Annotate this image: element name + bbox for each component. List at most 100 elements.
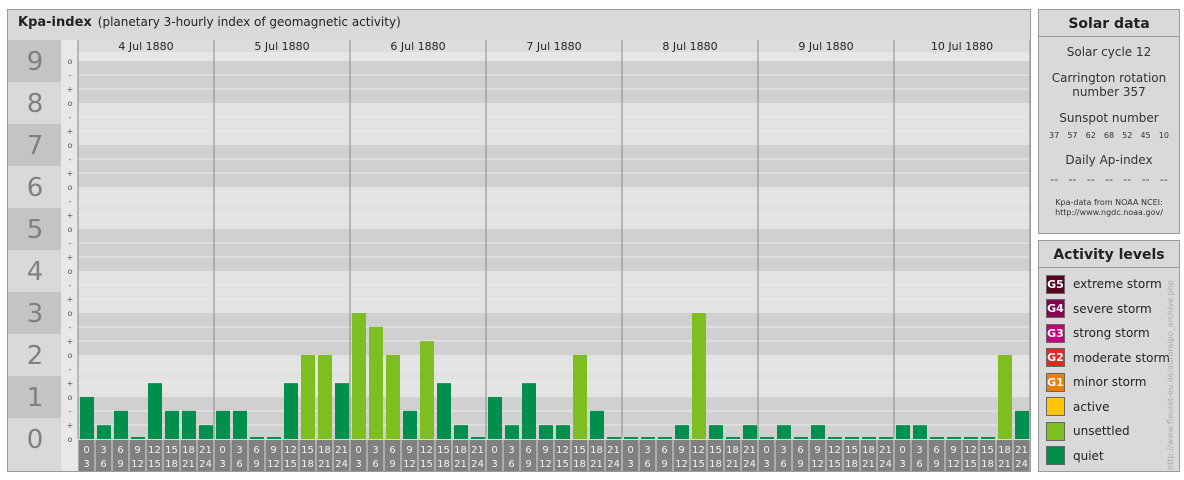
chart-title: Kpa-index (planetary 3-hourly index of ge… [18,15,401,30]
hour-end-label: 21 [862,459,875,470]
hour-end-label: 15 [964,459,977,470]
carrington-line-1: Carrington rotation [1051,71,1167,85]
kp-bar [539,425,553,439]
hour-end-label: 18 [301,459,314,470]
hour-end-label: 15 [828,459,841,470]
subdivision-label: o [68,393,73,402]
hour-start-label: 15 [165,445,178,456]
carrington-line-2: number 357 [1072,85,1146,99]
hour-end-label: 3 [355,459,361,470]
hour-start-label: 6 [525,445,531,456]
hour-end-label: 21 [454,459,467,470]
hour-start-label: 3 [916,445,922,456]
kp-bar [607,437,621,439]
hour-end-label: 6 [100,459,106,470]
subdivision-label: + [67,85,74,94]
carrington-rotation: Carrington rotation number 357 [1039,71,1179,99]
subdivision-label: + [67,421,74,430]
kp-bar [913,425,927,439]
credit-link[interactable]: http://www.ngdc.noaa.gov/ [1039,208,1179,218]
hour-start-label: 9 [270,445,276,456]
kpa-panel: 0 1 2 3 4 5 6 7 8 9 o + - o + - o + - o + - o + - o + - o + - o + - o + - o 4 … [7,9,1031,472]
y-tick-label: 1 [27,383,44,413]
subdivision-label: + [67,337,74,346]
kp-bar [573,355,587,439]
hour-end-label: 21 [318,459,331,470]
hour-end-label: 9 [389,459,395,470]
kp-bar [148,383,162,439]
hour-start-label: 3 [508,445,514,456]
level-swatch [1046,421,1065,441]
ap-value: -- [1159,173,1168,186]
plot-band [78,103,1030,145]
hour-start-label: 0 [491,445,497,456]
kp-bar [641,437,655,439]
hour-start-label: 21 [879,445,892,456]
plot-band [78,355,1030,397]
sunspot-value: 68 [1103,131,1115,140]
hour-end-label: 18 [165,459,178,470]
hour-end-label: 9 [933,459,939,470]
kp-bar [930,437,944,439]
ap-heading: Daily Ap-index [1065,153,1153,167]
plot-band [78,229,1030,271]
kp-bar [896,425,910,439]
hour-end-label: 24 [607,459,620,470]
hour-start-label: 21 [607,445,620,456]
day-label: 10 Jul 1880 [931,40,993,53]
activity-level-item: unsettled [1046,421,1130,441]
kp-bar [760,437,774,439]
hour-start-label: 6 [661,445,667,456]
hour-start-label: 9 [678,445,684,456]
kp-bar [182,410,196,439]
level-label: unsettled [1073,424,1130,438]
kp-bar [488,397,502,439]
kp-bar [199,425,213,439]
hour-start-label: 21 [743,445,756,456]
hour-start-label: 9 [542,445,548,456]
hour-end-label: 21 [590,459,603,470]
level-swatch: G3 [1046,323,1065,343]
hour-end-label: 6 [780,459,786,470]
kp-bar [1015,410,1029,439]
hour-end-label: 24 [335,459,348,470]
subdivision-label: o [68,351,73,360]
subdivision-label: o [68,225,73,234]
hour-start-label: 0 [899,445,905,456]
subdivision-label: o [68,99,73,108]
hour-end-label: 18 [845,459,858,470]
hour-end-label: 18 [437,459,450,470]
hour-start-label: 9 [134,445,140,456]
subdivision-label: - [69,365,72,374]
hour-start-label: 18 [182,445,195,456]
hour-end-label: 6 [508,459,514,470]
sunspot-value: 37 [1049,131,1060,140]
hour-start-label: 18 [454,445,467,456]
kpa-chart: 0123456789o+-o+-o+-o+-o+-o+-o+-o+-o+-o4 … [8,40,1030,471]
y-tick-label: 8 [27,89,44,119]
hour-end-label: 15 [148,459,161,470]
hour-start-label: 6 [389,445,395,456]
kp-bar [726,437,740,439]
hour-end-label: 24 [743,459,756,470]
hour-start-label: 15 [981,445,994,456]
kp-bar [420,341,434,439]
hour-start-label: 6 [117,445,123,456]
y-tick-label: 6 [27,173,44,203]
kp-bar [794,437,808,439]
level-label: strong storm [1073,326,1150,340]
hour-end-label: 18 [981,459,994,470]
kp-bar [97,425,111,439]
activity-level-item: G5 extreme storm [1046,274,1162,294]
activity-level-item: G2 moderate storm [1046,348,1170,367]
kp-bar [590,410,604,439]
kp-bar [743,425,757,439]
level-swatch: G5 [1046,274,1065,294]
level-label: minor storm [1073,375,1147,389]
hour-start-label: 6 [797,445,803,456]
hour-start-label: 0 [763,445,769,456]
kp-bar [505,425,519,439]
day-label: 4 Jul 1880 [118,40,173,53]
plot-band [78,271,1030,313]
hour-end-label: 18 [709,459,722,470]
